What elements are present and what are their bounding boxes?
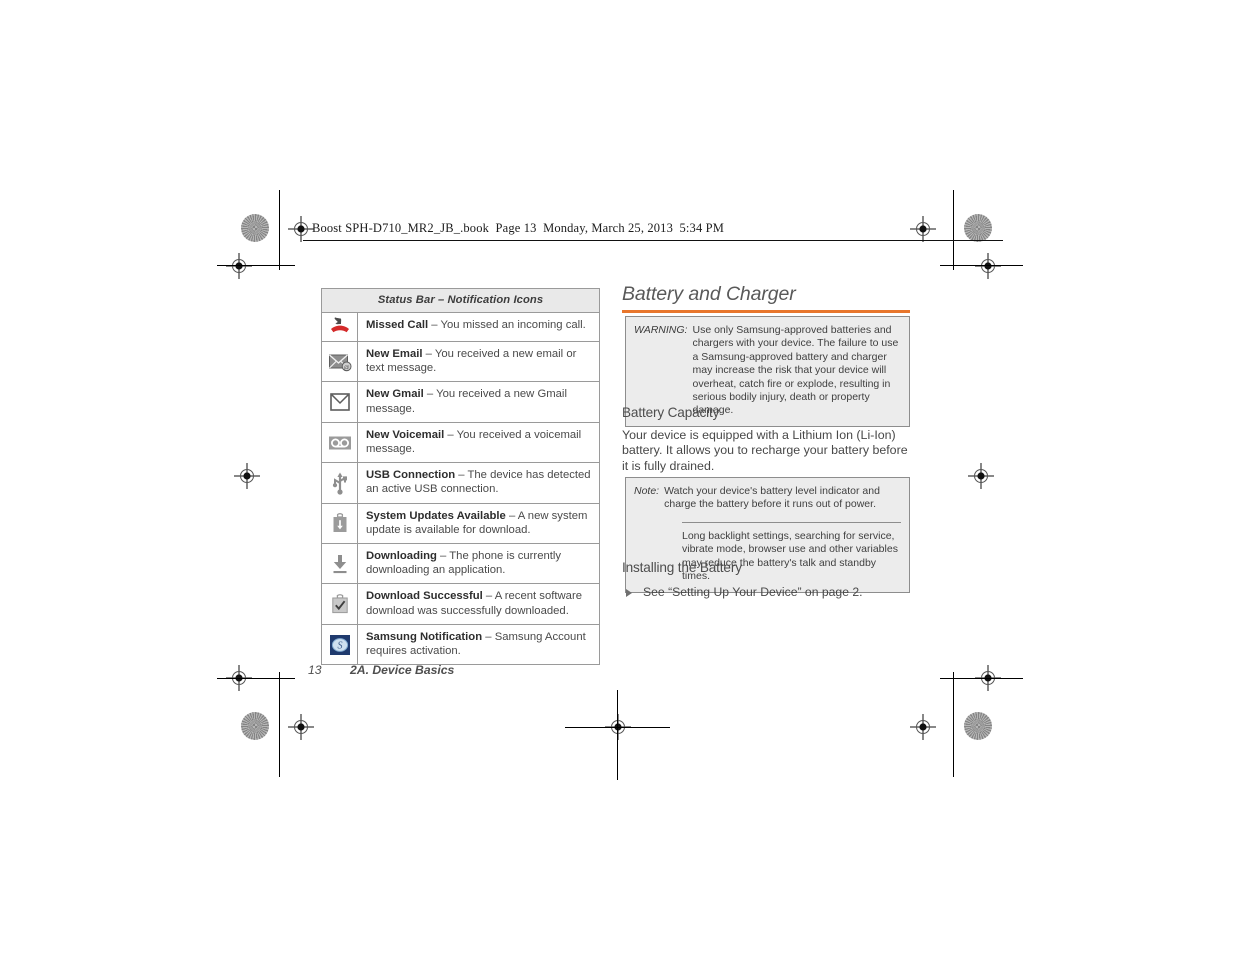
triangle-bullet-icon — [626, 589, 632, 597]
accent-rule — [622, 310, 910, 313]
icon-cell — [322, 463, 358, 503]
registration-target-bottom-right — [910, 714, 936, 740]
registration-dot-bottom-left — [241, 712, 269, 740]
warning-text: Use only Samsung-approved batteries and … — [692, 324, 899, 417]
icon-term: New Email — [366, 348, 423, 360]
icon-term: New Gmail — [366, 388, 424, 401]
registration-target-left-middle — [234, 463, 260, 489]
icon-desc-text: You missed an incoming call. — [440, 319, 586, 331]
icon-cell: S — [322, 624, 358, 665]
download-successful-icon — [331, 594, 348, 614]
icon-cell — [322, 313, 358, 341]
icon-term: Downloading — [366, 550, 437, 563]
trim-line-center-bottom — [617, 690, 618, 780]
registration-target-left-upper — [226, 253, 252, 279]
icon-description: Download Successful – A recent software … — [358, 584, 599, 623]
note-callout: Note: Watch your device's battery level … — [625, 477, 910, 594]
table-header: Status Bar – Notification Icons — [322, 289, 599, 313]
icon-cell — [322, 584, 358, 624]
dash: – — [422, 348, 435, 360]
dash: – — [423, 388, 437, 401]
dash: – — [455, 469, 468, 482]
battery-capacity-paragraph: Your device is equipped with a Lithium I… — [622, 428, 908, 473]
icon-term: USB Connection — [366, 469, 456, 482]
table-row: New Gmail – You received a new Gmail mes… — [322, 382, 599, 423]
trim-line-top-left — [217, 265, 295, 266]
warning-label: WARNING: — [634, 324, 688, 336]
table-row: USB Connection – The device has detected… — [322, 463, 599, 504]
icon-term: New Voicemail — [366, 428, 445, 441]
system-updates-icon — [333, 513, 346, 533]
battery-capacity-heading: Battery Capacity — [622, 405, 720, 420]
icon-cell — [322, 503, 358, 544]
trim-line-header-rule — [303, 240, 1003, 241]
registration-dot-bottom-right — [964, 712, 992, 740]
registration-target-top-right — [910, 216, 936, 242]
dash: – — [436, 550, 450, 563]
table-row: @ New Email – You received a new email o… — [322, 342, 599, 383]
icon-cell — [322, 382, 358, 422]
icon-description: Downloading – The phone is currently dow… — [358, 544, 599, 583]
new-gmail-icon — [329, 393, 350, 411]
new-email-icon: @ — [328, 354, 352, 372]
trim-line-center-bottom-horizontal — [565, 727, 670, 728]
cross-reference-text: See “Setting Up Your Device” on page 2. — [643, 585, 863, 599]
icon-term: System Updates Available — [366, 509, 506, 522]
trim-line-left-vertical-bottom — [279, 672, 280, 777]
icon-cell — [322, 544, 358, 584]
icon-description: New Email – You received a new email or … — [358, 342, 599, 381]
icon-term: Download Successful — [366, 590, 483, 603]
registration-target-top-left — [288, 216, 314, 242]
table-row: System Updates Available – A new system … — [322, 503, 599, 545]
usb-connection-icon — [332, 472, 347, 495]
dash: – — [428, 319, 441, 331]
new-voicemail-icon — [328, 436, 351, 450]
icon-description: New Voicemail – You received a voicemail… — [358, 423, 599, 462]
table-row: Downloading – The phone is currently dow… — [322, 544, 599, 585]
page-title: Battery and Charger — [622, 283, 796, 305]
installing-battery-heading: Installing the Battery — [622, 560, 742, 575]
samsung-notification-icon: S — [329, 634, 350, 655]
registration-dot-top-right — [964, 214, 992, 242]
icon-term: Missed Call — [366, 319, 429, 331]
dash: – — [482, 590, 495, 603]
registration-target-bottom-left — [288, 714, 314, 740]
table-row: New Voicemail – You received a voicemail… — [322, 422, 599, 464]
registration-target-right-middle — [968, 463, 994, 489]
dash: – — [482, 630, 495, 643]
missed-call-icon — [330, 317, 349, 333]
note-text: Watch your device's battery level indica… — [664, 485, 880, 511]
running-header: Boost SPH-D710_MR2_JB_.book Page 13 Mond… — [312, 221, 724, 235]
trim-line-left-vertical — [279, 190, 280, 270]
trim-line-right-vertical — [953, 190, 954, 270]
downloading-icon — [333, 554, 346, 573]
manual-page: Boost SPH-D710_MR2_JB_.book Page 13 Mond… — [0, 0, 1235, 954]
note-text-secondary: Long backlight settings, searching for s… — [682, 529, 898, 583]
table-row: Download Successful – A recent software … — [322, 584, 599, 625]
registration-target-right-upper — [975, 253, 1001, 279]
dash: – — [444, 428, 457, 441]
icon-description: USB Connection – The device has detected… — [358, 463, 599, 502]
page-number: 13 — [308, 663, 322, 677]
icon-cell — [322, 422, 358, 463]
svg-text:S: S — [337, 640, 342, 651]
trim-line-bottom-left — [217, 678, 295, 679]
notification-icons-table: Status Bar – Notification Icons Missed C… — [321, 288, 600, 666]
icon-term: Samsung Notification — [366, 630, 483, 643]
trim-line-right-vertical-bottom — [953, 672, 954, 777]
svg-text:@: @ — [343, 365, 349, 371]
icon-description: New Gmail – You received a new Gmail mes… — [358, 382, 599, 421]
icon-description: Missed Call – You missed an incoming cal… — [358, 313, 593, 341]
registration-dot-top-left — [241, 214, 269, 242]
chapter-title: 2A. Device Basics — [350, 663, 455, 677]
table-row: Missed Call – You missed an incoming cal… — [322, 313, 599, 342]
note-label: Note: — [634, 485, 660, 497]
cross-reference-bullet: See “Setting Up Your Device” on page 2. — [626, 585, 863, 599]
icon-description: System Updates Available – A new system … — [358, 504, 599, 543]
dash: – — [505, 509, 518, 522]
icon-cell: @ — [322, 342, 358, 382]
table-row: S Samsung Notification – Samsung Account… — [322, 624, 599, 665]
icon-description: Samsung Notification – Samsung Account r… — [358, 625, 599, 664]
